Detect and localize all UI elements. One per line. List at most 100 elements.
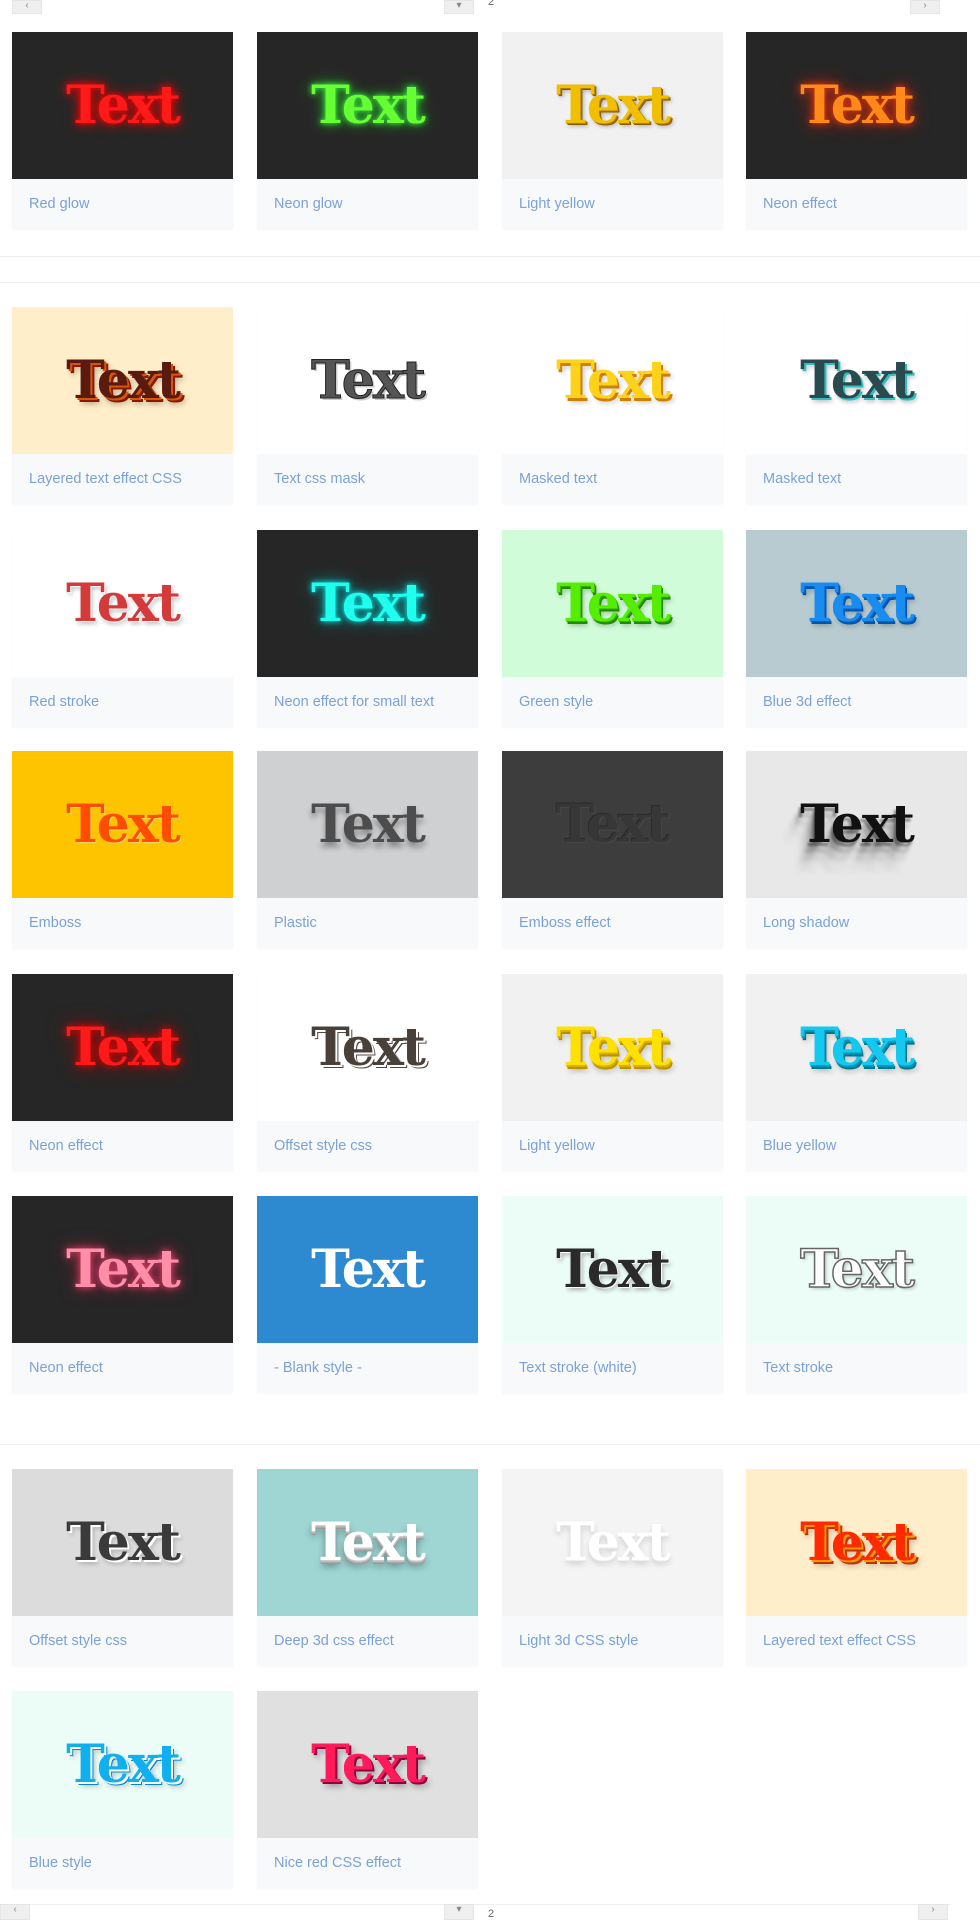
effect-preview: Text (12, 974, 233, 1121)
effect-card[interactable]: Text Masked text (746, 307, 967, 504)
effect-card[interactable]: Text Text css mask (257, 307, 478, 504)
effect-label[interactable]: Neon glow (257, 179, 478, 229)
sample-text: Text (311, 573, 426, 634)
effect-label[interactable]: Deep 3d css effect (257, 1616, 478, 1666)
effect-preview: Text (12, 1196, 233, 1343)
bottom-pagination (0, 1904, 950, 1921)
effect-label[interactable]: Offset style css (12, 1616, 233, 1666)
effect-card[interactable]: Text Neon effect for small text (257, 530, 478, 727)
effect-card[interactable]: Text Text stroke (746, 1196, 967, 1393)
sample-text: Text (66, 1239, 181, 1300)
effect-label[interactable]: Red stroke (12, 677, 233, 727)
effect-card[interactable]: Text Text stroke (white) (502, 1196, 723, 1393)
effect-label[interactable]: Blue yellow (746, 1121, 967, 1171)
effect-card[interactable]: Text Offset style css (12, 1469, 233, 1666)
effect-label[interactable]: Light 3d CSS style (502, 1616, 723, 1666)
effect-card[interactable]: Text Nice red CSS effect (257, 1691, 478, 1888)
next-page-button[interactable]: › (918, 1904, 948, 1920)
effect-label[interactable]: Masked text (502, 454, 723, 504)
page-number: 2 (488, 1908, 495, 1920)
effect-label[interactable]: Masked text (746, 454, 967, 504)
effect-card[interactable]: Text Light yellow (502, 974, 723, 1171)
sample-text: Text (66, 1512, 181, 1573)
sample-text: Text (311, 350, 427, 412)
effect-label[interactable]: Blue style (12, 1838, 233, 1888)
effect-label[interactable]: Nice red CSS effect (257, 1838, 478, 1888)
effect-label[interactable]: Light yellow (502, 179, 723, 229)
sample-text: Text (800, 350, 915, 411)
effect-label[interactable]: Layered text effect CSS (746, 1616, 967, 1666)
section-divider (0, 256, 980, 257)
effect-label[interactable]: Text stroke (white) (502, 1343, 723, 1393)
effect-card[interactable]: Text Green style (502, 530, 723, 727)
effect-card[interactable]: Text Long shadow (746, 751, 967, 948)
effect-preview: Text (502, 1469, 723, 1616)
effect-card[interactable]: Text Neon effect (12, 1196, 233, 1393)
effect-preview: Text (12, 751, 233, 898)
sample-text: Text (311, 1734, 426, 1795)
effect-preview: Text (12, 1691, 233, 1838)
sample-text: Text (556, 1017, 671, 1078)
effect-card[interactable]: Text Offset style css (257, 974, 478, 1171)
sample-text: Text (311, 1239, 426, 1300)
effect-label[interactable]: Emboss effect (502, 898, 723, 948)
effect-card[interactable]: Text Blue yellow (746, 974, 967, 1171)
effect-label[interactable]: Green style (502, 677, 723, 727)
sample-text: Text (66, 573, 181, 634)
prev-page-button[interactable]: ‹ (0, 1904, 30, 1920)
effect-label[interactable]: Neon effect (12, 1343, 233, 1393)
effect-card[interactable]: Text Red stroke (12, 530, 233, 727)
prev-page-button[interactable]: ‹ (12, 0, 42, 14)
page-select-button[interactable]: ▾ (444, 0, 474, 14)
effect-preview: Text (502, 751, 723, 898)
effect-label[interactable]: Red glow (12, 179, 233, 229)
effect-card[interactable]: Text Neon effect (12, 974, 233, 1171)
effect-card[interactable]: Text Neon glow (257, 32, 478, 229)
effect-card[interactable]: Text Blue 3d effect (746, 530, 967, 727)
effect-card[interactable]: Text Masked text (502, 307, 723, 504)
section-divider (0, 282, 980, 283)
effect-label[interactable]: Text css mask (257, 454, 478, 504)
effect-label[interactable]: Light yellow (502, 1121, 723, 1171)
sample-text: Text (556, 794, 671, 855)
effect-preview: Text (746, 307, 967, 454)
effect-card[interactable]: Text Blue style (12, 1691, 233, 1888)
effect-label[interactable]: Neon effect for small text (257, 677, 478, 727)
sample-text: Text (556, 1512, 671, 1573)
effect-card[interactable]: Text Red glow (12, 32, 233, 229)
effect-label[interactable]: Long shadow (746, 898, 967, 948)
sample-text: Text (66, 350, 181, 411)
effect-label[interactable]: Neon effect (746, 179, 967, 229)
chevron-left-icon: ‹ (13, 1904, 17, 1915)
effect-preview: Text (502, 974, 723, 1121)
effect-card[interactable]: Text Emboss effect (502, 751, 723, 948)
effect-label[interactable]: Plastic (257, 898, 478, 948)
effect-preview: Text (12, 1469, 233, 1616)
effect-card[interactable]: Text Neon effect (746, 32, 967, 229)
chevron-right-icon: › (923, 0, 927, 11)
effect-label[interactable]: Layered text effect CSS (12, 454, 233, 504)
effect-label[interactable]: Offset style css (257, 1121, 478, 1171)
effect-card[interactable]: Text Deep 3d css effect (257, 1469, 478, 1666)
sample-text: Text (556, 75, 671, 136)
effect-card[interactable]: Text Light 3d CSS style (502, 1469, 723, 1666)
effect-label[interactable]: Blue 3d effect (746, 677, 967, 727)
effect-card[interactable]: Text Layered text effect CSS (12, 307, 233, 504)
sample-text: Text (66, 1017, 181, 1078)
effect-card[interactable]: Text Light yellow (502, 32, 723, 229)
page-select-button[interactable]: ▾ (444, 1904, 474, 1920)
effect-preview: Text (257, 1691, 478, 1838)
effect-card[interactable]: Text - Blank style - (257, 1196, 478, 1393)
next-page-button[interactable]: › (910, 0, 940, 14)
effect-label[interactable]: Neon effect (12, 1121, 233, 1171)
effect-label[interactable]: Emboss (12, 898, 233, 948)
sample-text: Text (800, 573, 915, 634)
sample-text: Text (556, 1239, 671, 1300)
effect-label[interactable]: - Blank style - (257, 1343, 478, 1393)
effect-card[interactable]: Text Emboss (12, 751, 233, 948)
effect-preview: Text (257, 751, 478, 898)
effect-card[interactable]: Text Plastic (257, 751, 478, 948)
effect-label[interactable]: Text stroke (746, 1343, 967, 1393)
effect-card[interactable]: Text Layered text effect CSS (746, 1469, 967, 1666)
effect-preview: Text (746, 32, 967, 179)
